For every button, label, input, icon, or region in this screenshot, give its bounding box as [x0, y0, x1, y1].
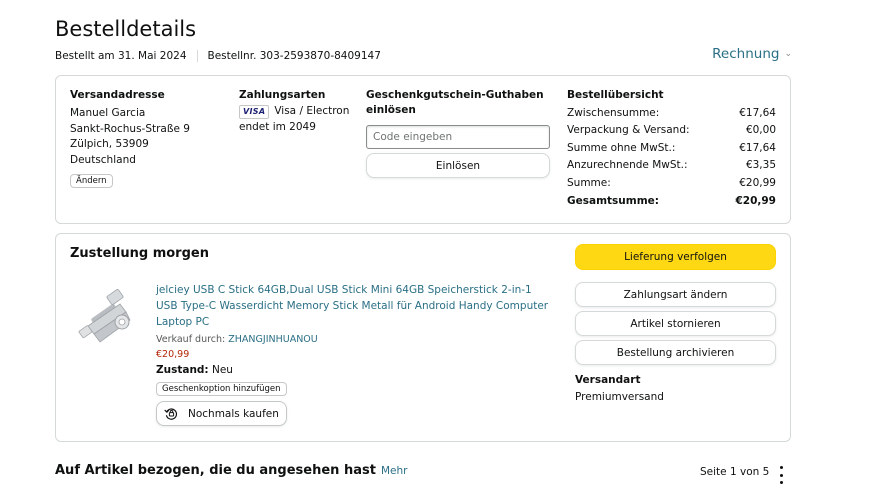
- order-totals: Bestellübersicht Zwischensumme: €17,64 V…: [567, 88, 776, 210]
- shipping-address: Versandadresse Manuel Garcia Sankt-Rochu…: [70, 88, 220, 188]
- totals-value: €17,64: [739, 141, 776, 154]
- archive-order-button[interactable]: Bestellung archivieren: [575, 340, 776, 365]
- address-street: Sankt-Rochus-Straße 9: [70, 122, 190, 135]
- shipping-address-heading: Versandadresse: [70, 89, 165, 101]
- card-type: Visa / Electron: [274, 105, 350, 117]
- totals-row: Summe ohne MwSt.: €17,64: [567, 140, 776, 157]
- shipping-method: Premiumversand: [575, 391, 664, 403]
- more-options-icon[interactable]: [776, 466, 786, 484]
- order-meta: Bestellt am 31. Mai 2024 Bestellnr. 303-…: [55, 50, 381, 62]
- product-title-link[interactable]: jelciey USB C Stick 64GB,Dual USB Stick …: [156, 282, 556, 330]
- totals-row: Zwischensumme: €17,64: [567, 105, 776, 122]
- grand-total-label: Gesamtsumme:: [567, 195, 659, 208]
- condition-label: Zustand:: [156, 364, 209, 376]
- divider: [196, 50, 198, 62]
- shipping-method-heading: Versandart: [575, 374, 641, 386]
- address-country: Deutschland: [70, 153, 136, 166]
- chevron-down-icon: ⌄: [784, 49, 792, 59]
- gift-card-redeem: Geschenkgutschein-Guthaben einlösen Einl…: [366, 88, 552, 178]
- seller-line: Verkauf durch: ZHANGJINHUANOU: [156, 334, 556, 345]
- grand-total-row: Gesamtsumme: €20,99: [567, 193, 776, 210]
- payment-heading: Zahlungsarten: [239, 89, 326, 101]
- invoice-dropdown[interactable]: Rechnung ⌄: [712, 46, 792, 62]
- redeem-button[interactable]: Einlösen: [366, 153, 550, 178]
- sold-by-label: Verkauf durch:: [156, 334, 226, 345]
- totals-label: Anzurechnende MwSt.:: [567, 159, 688, 172]
- totals-label: Zwischensumme:: [567, 107, 660, 119]
- invoice-label: Rechnung: [712, 46, 780, 62]
- totals-value: €17,64: [739, 107, 776, 119]
- totals-label: Summe ohne MwSt.:: [567, 141, 676, 154]
- related-items-header: Auf Artikel bezogen, die du angesehen ha…: [55, 463, 407, 478]
- totals-label: Summe:: [567, 176, 611, 189]
- cancel-items-button[interactable]: Artikel stornieren: [575, 311, 776, 336]
- carousel-pager: Seite 1 von 5: [700, 466, 770, 478]
- dot: [779, 466, 783, 469]
- buy-again-label: Nochmals kaufen: [188, 407, 279, 420]
- address-city: Zülpich, 53909: [70, 138, 149, 150]
- order-number: Bestellnr. 303-2593870-8409147: [207, 50, 381, 62]
- gift-code-input[interactable]: [366, 125, 550, 149]
- dot: [779, 481, 783, 484]
- totals-row: Anzurechnende MwSt.: €3,35: [567, 157, 776, 174]
- change-payment-button[interactable]: Zahlungsart ändern: [575, 282, 776, 307]
- totals-row: Verpackung & Versand: €0,00: [567, 122, 776, 139]
- related-heading: Auf Artikel bezogen, die du angesehen ha…: [55, 463, 376, 478]
- grand-total-value: €20,99: [735, 195, 776, 208]
- delivery-status: Zustellung morgen: [70, 246, 209, 261]
- buy-again-button[interactable]: Nochmals kaufen: [156, 401, 287, 426]
- totals-value: €3,35: [745, 159, 776, 172]
- condition-value: Neu: [211, 364, 233, 376]
- related-more-link[interactable]: Mehr: [381, 465, 408, 477]
- order-date: Bestellt am 31. Mai 2024: [55, 50, 187, 62]
- seller-link[interactable]: ZHANGJINHUANOU: [228, 334, 317, 345]
- product-info: jelciey USB C Stick 64GB,Dual USB Stick …: [156, 282, 556, 426]
- add-gift-option-button[interactable]: Geschenkoption hinzufügen: [156, 382, 287, 396]
- change-address-button[interactable]: Ändern: [70, 174, 113, 188]
- dot: [779, 473, 783, 477]
- address-name: Manuel Garcia: [70, 107, 146, 119]
- product-image[interactable]: [74, 282, 146, 354]
- totals-row: Summe: €20,99: [567, 175, 776, 192]
- totals-value: €0,00: [745, 124, 776, 137]
- card-ending: endet im 2049: [239, 120, 316, 133]
- condition-line: Zustand: Neu: [156, 364, 556, 376]
- shipment-card: Zustellung morgen jelciey USB C Stick 64…: [55, 233, 791, 442]
- payment-method: Zahlungsarten VISA Visa / Electron endet…: [239, 88, 359, 135]
- shipment-actions: Lieferung verfolgen Zahlungsart ändern A…: [575, 244, 776, 403]
- order-summary-card: Versandadresse Manuel Garcia Sankt-Rochu…: [55, 75, 791, 224]
- page-title: Bestelldetails: [55, 17, 197, 41]
- visa-logo-icon: VISA: [239, 104, 270, 119]
- product-price: €20,99: [156, 349, 190, 360]
- payment-card: VISA Visa / Electron: [239, 104, 359, 120]
- buy-again-icon: [164, 408, 178, 420]
- totals-heading: Bestellübersicht: [567, 89, 664, 101]
- gift-card-heading: Geschenkgutschein-Guthaben einlösen: [366, 89, 544, 116]
- totals-value: €20,99: [739, 176, 776, 189]
- track-package-button[interactable]: Lieferung verfolgen: [575, 244, 776, 270]
- totals-label: Verpackung & Versand:: [567, 124, 690, 137]
